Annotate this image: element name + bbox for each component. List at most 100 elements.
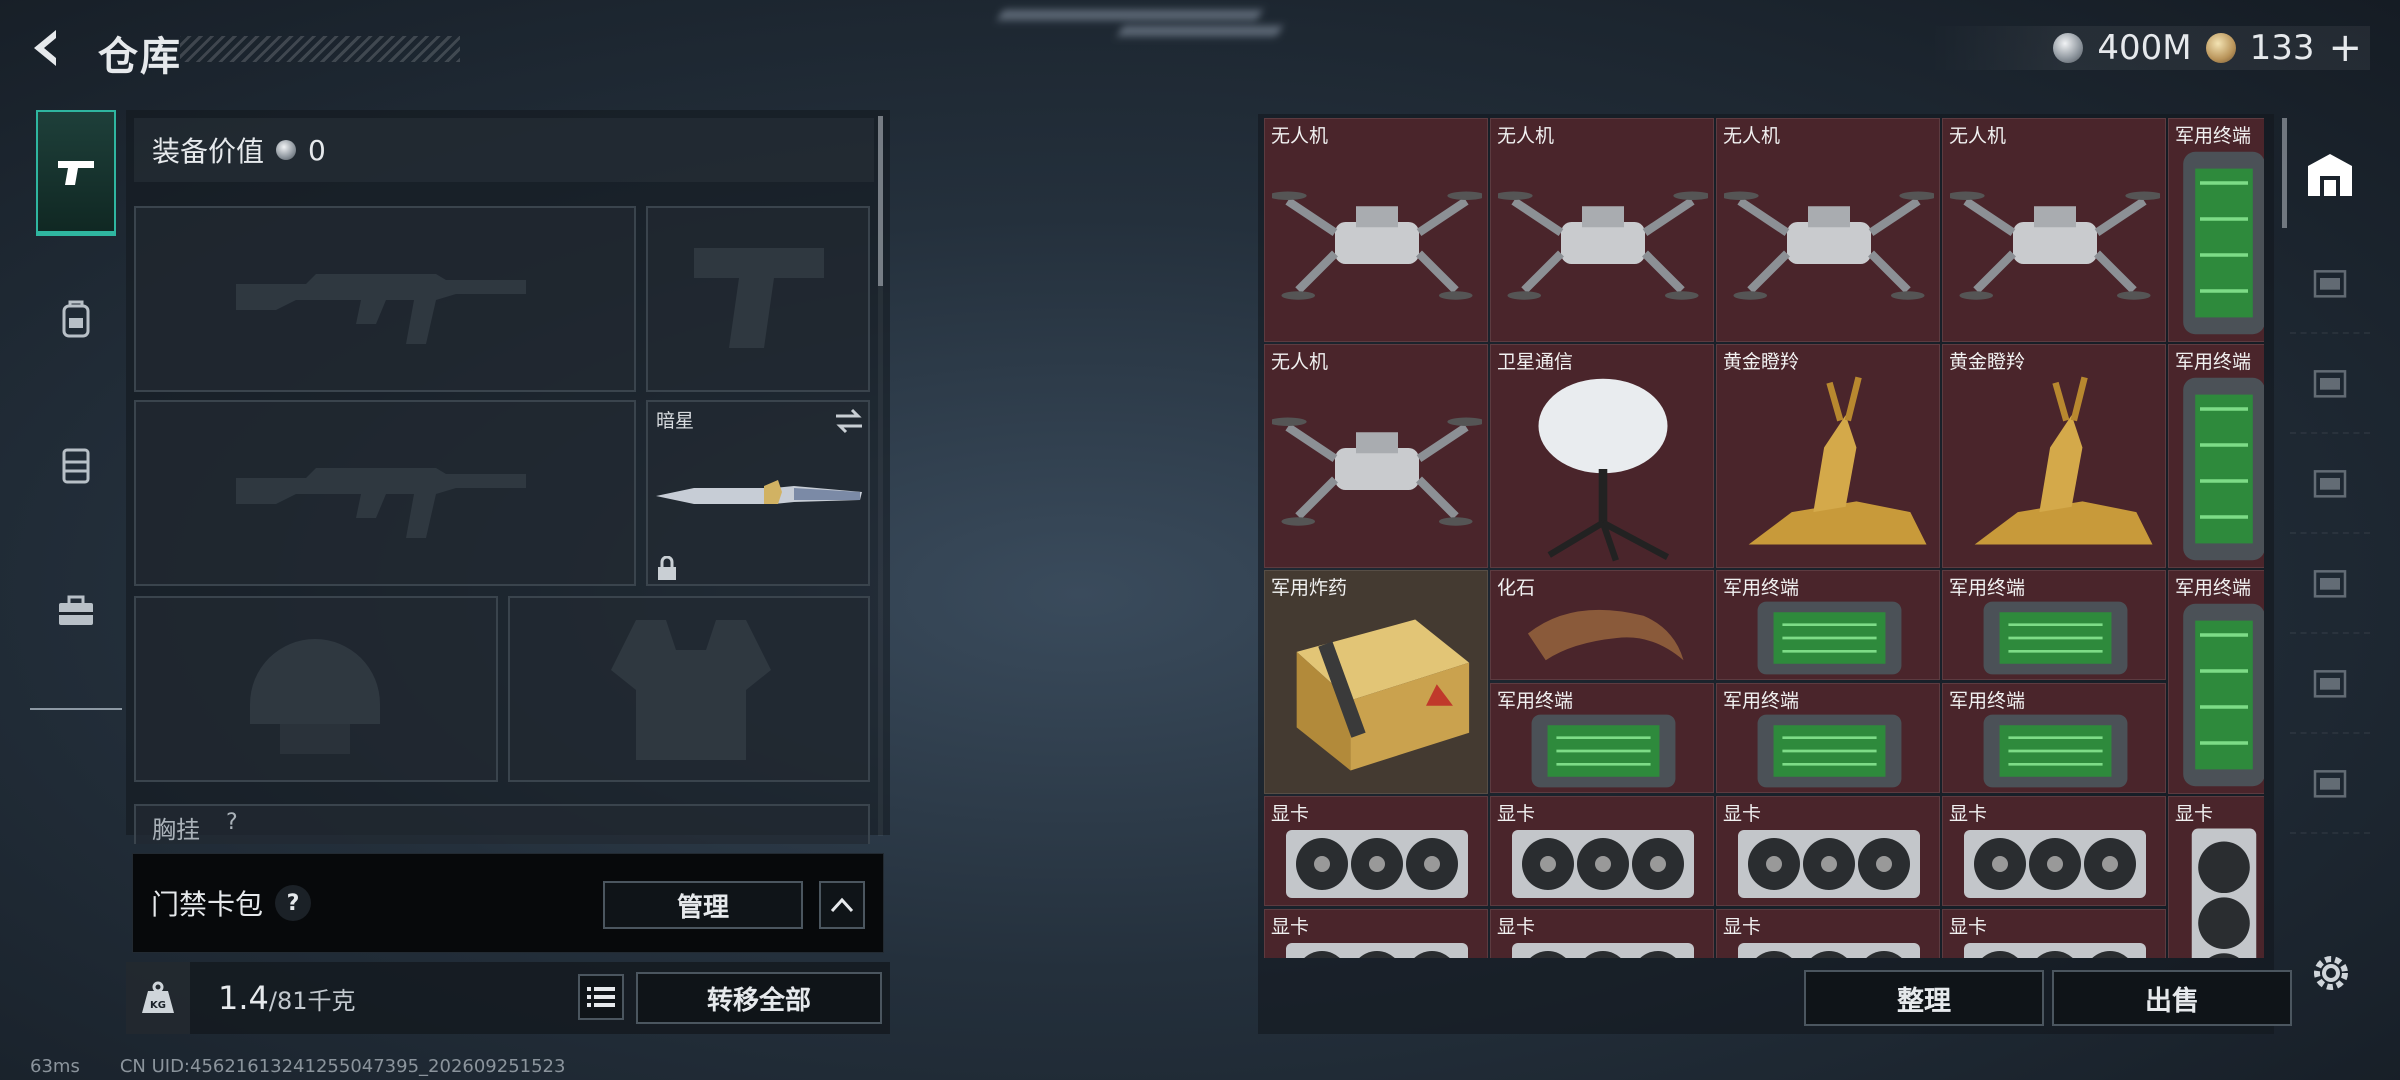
storage-tab[interactable]: [2290, 234, 2370, 334]
status-bar: 63ms CN UID:45621613241255047395_2026092…: [30, 1056, 565, 1077]
military-terminal-icon: [1757, 601, 1902, 675]
inventory-item[interactable]: 显卡: [1490, 909, 1714, 958]
inventory-item[interactable]: 无人机: [1490, 118, 1714, 342]
inventory-scroll-thumb[interactable]: [2282, 118, 2287, 228]
military-terminal-icon: [1983, 714, 2128, 788]
inventory-item[interactable]: 军用终端: [1942, 683, 2166, 793]
back-arrow-icon[interactable]: [26, 26, 70, 70]
graphics-card-icon: [1512, 830, 1694, 898]
military-terminal-icon: [1531, 714, 1676, 788]
armor-slot[interactable]: [508, 596, 870, 782]
equipment-panel: 装备价值 0 暗星 胸挂 ?: [126, 110, 890, 844]
inventory-item[interactable]: 显卡: [1264, 909, 1488, 958]
tab-weapons[interactable]: [36, 110, 116, 236]
inventory-item[interactable]: 显卡: [1490, 796, 1714, 906]
inventory-item[interactable]: 化石: [1490, 570, 1714, 680]
tab-toolbox[interactable]: [36, 548, 116, 674]
inventory-item[interactable]: 显卡: [1942, 796, 2166, 906]
storage-tab[interactable]: [2290, 634, 2370, 734]
inventory-item[interactable]: 无人机: [1716, 118, 1940, 342]
item-name: 显卡: [1271, 803, 1310, 825]
weight-icon-box: KG: [126, 962, 190, 1034]
inventory-item[interactable]: 显卡: [1716, 796, 1940, 906]
add-currency-button[interactable]: +: [2328, 25, 2362, 71]
currency-bar: 400M 133 +: [1930, 25, 2370, 71]
inventory-item[interactable]: 军用终端: [1716, 570, 1940, 680]
latency: 63ms: [30, 1056, 80, 1077]
inventory-item[interactable]: 军用终端: [2168, 344, 2264, 568]
rifle-silhouette-icon: [236, 468, 526, 538]
secondary-weapon-slot[interactable]: [134, 400, 636, 586]
military-terminal-icon: [2183, 151, 2264, 335]
inventory-item[interactable]: 无人机: [1264, 344, 1488, 568]
tab-backpack[interactable]: [36, 256, 116, 382]
manage-button[interactable]: 管理: [603, 881, 803, 929]
item-name: 卫星通信: [1497, 351, 1574, 373]
item-name: 显卡: [1949, 916, 1988, 938]
storage-icon: [2308, 154, 2352, 196]
transfer-all-button[interactable]: 转移全部: [636, 972, 882, 1024]
inventory-item[interactable]: 显卡: [1264, 796, 1488, 906]
melee-slot[interactable]: 暗星: [646, 400, 870, 586]
item-name: 显卡: [1497, 803, 1536, 825]
list-view-button[interactable]: [578, 974, 624, 1020]
inventory-item[interactable]: 军用终端: [1942, 570, 2166, 680]
item-name: 军用终端: [1949, 690, 2026, 712]
military-terminal-icon: [1757, 714, 1902, 788]
storage-tab[interactable]: [2290, 434, 2370, 534]
inventory-item[interactable]: 军用终端: [2168, 570, 2264, 794]
storage-iv-2-icon: [2313, 670, 2347, 698]
storage-tab[interactable]: [2290, 534, 2370, 634]
collapse-button[interactable]: [819, 881, 865, 929]
equipment-scroll-thumb[interactable]: [878, 116, 883, 286]
chest-rig-label: 胸挂: [152, 816, 200, 844]
access-card-bar: 门禁卡包 ? 管理: [132, 853, 884, 953]
inventory-item[interactable]: 显卡: [1716, 909, 1940, 958]
item-name: 军用终端: [2175, 577, 2252, 599]
graphics-card-icon: [2191, 828, 2257, 958]
inventory-item[interactable]: 军用终端: [1490, 683, 1714, 793]
inventory-item[interactable]: 军用炸药: [1264, 570, 1488, 794]
inventory-item[interactable]: 黄金瞪羚: [1942, 344, 2166, 568]
graphics-card-icon: [1964, 943, 2146, 958]
golden-gazelle-icon: [1748, 376, 1927, 545]
item-name: 无人机: [1271, 351, 1329, 373]
silver-amount: 400M: [2097, 28, 2192, 68]
tab-vest[interactable]: [36, 402, 116, 528]
storage-tab[interactable]: [2290, 334, 2370, 434]
helmet-slot[interactable]: [134, 596, 498, 782]
graphics-card-icon: [1286, 943, 1468, 958]
storage-tab[interactable]: [2290, 114, 2370, 234]
inventory-item[interactable]: 无人机: [1942, 118, 2166, 342]
storage-gti-icon: [2313, 270, 2347, 298]
chest-rig-slot[interactable]: 胸挂 ?: [134, 804, 870, 844]
inventory-item[interactable]: 显卡: [1942, 909, 2166, 958]
inventory-item[interactable]: 黄金瞪羚: [1716, 344, 1940, 568]
primary-weapon-slot[interactable]: [134, 206, 636, 392]
graphics-card-icon: [1738, 943, 1920, 958]
storage-tab[interactable]: [2290, 734, 2370, 834]
settings-gear-icon[interactable]: [2308, 950, 2354, 996]
silver-coin-icon: [276, 140, 297, 160]
weight-readout: 1.4/81千克: [218, 979, 356, 1017]
storage-gti-3-icon: [2313, 770, 2347, 798]
item-name: 军用终端: [2175, 125, 2252, 147]
silver-coin-icon: [2053, 33, 2084, 63]
military-terminal-icon: [1983, 601, 2128, 675]
inventory-item[interactable]: 卫星通信: [1490, 344, 1714, 568]
item-name: 显卡: [2175, 803, 2214, 825]
swap-icon[interactable]: [834, 408, 864, 434]
help-icon[interactable]: ?: [275, 885, 312, 921]
item-name: 显卡: [1271, 916, 1310, 938]
inventory-item[interactable]: 军用终端: [1716, 683, 1940, 793]
chest-rig-help-icon[interactable]: ?: [226, 810, 238, 835]
inventory-item[interactable]: 无人机: [1264, 118, 1488, 342]
sidearm-slot[interactable]: [646, 206, 870, 392]
access-card-label: 门禁卡包: [151, 888, 264, 921]
page-title: 仓库: [98, 34, 182, 80]
pistol-silhouette-icon: [694, 248, 824, 348]
sell-button[interactable]: 出售: [2052, 970, 2292, 1026]
sort-button[interactable]: 整理: [1804, 970, 2044, 1026]
inventory-item[interactable]: 军用终端: [2168, 118, 2264, 342]
inventory-item[interactable]: 显卡: [2168, 796, 2264, 958]
